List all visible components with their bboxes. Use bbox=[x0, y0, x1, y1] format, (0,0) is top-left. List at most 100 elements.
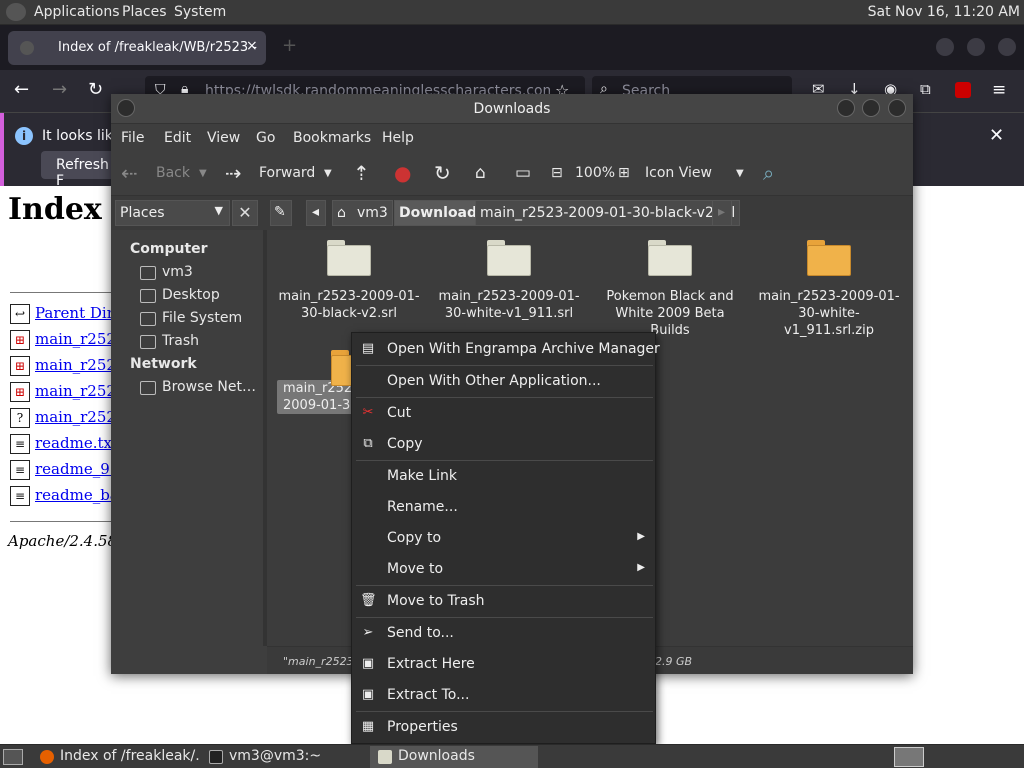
taskbar-item-terminal[interactable]: vm3@vm3:~ bbox=[201, 746, 369, 768]
browser-minimize-button[interactable] bbox=[936, 38, 954, 56]
menu-item-send-to[interactable]: ➢ Send to... bbox=[352, 618, 655, 648]
terminal-icon bbox=[209, 750, 223, 764]
menu-edit[interactable]: Edit bbox=[164, 130, 191, 146]
new-tab-icon[interactable]: + bbox=[282, 35, 297, 56]
workspace-switcher[interactable] bbox=[894, 747, 924, 767]
sidebar-heading-computer: Computer bbox=[130, 241, 208, 257]
sidebar-item-vm3[interactable]: vm3 bbox=[162, 264, 193, 280]
close-button[interactable] bbox=[888, 99, 906, 117]
menu-item-move-to-trash[interactable]: 🗑︎ Move to Trash bbox=[352, 586, 655, 616]
zoom-out-icon[interactable]: ⊟ bbox=[551, 165, 563, 181]
menu-item-open-with-engrampa[interactable]: ▤ Open With Engrampa Archive Manager bbox=[352, 334, 660, 364]
extensions-icon[interactable]: ⧉ bbox=[920, 80, 931, 98]
menu-go[interactable]: Go bbox=[256, 130, 275, 146]
computer-icon[interactable]: ▭ bbox=[515, 163, 531, 183]
view-mode-chevron-icon[interactable]: ▼ bbox=[736, 168, 744, 179]
home-icon: ⌂ bbox=[337, 205, 346, 221]
menu-file[interactable]: File bbox=[121, 130, 144, 146]
sidebar-item-browse-network[interactable]: Browse Net… bbox=[162, 379, 256, 395]
zoom-level: 100% bbox=[575, 165, 616, 181]
file-item[interactable]: main_r2523-2009-01-30-white-v1_911.srl.z… bbox=[757, 240, 901, 339]
reload-icon[interactable]: ↻ bbox=[88, 79, 103, 100]
menu-view[interactable]: View bbox=[207, 130, 240, 146]
menu-item-extract-to[interactable]: ▣ Extract To... bbox=[352, 680, 655, 710]
trash-icon bbox=[140, 335, 156, 349]
browser-maximize-button[interactable] bbox=[967, 38, 985, 56]
back-button[interactable]: Back bbox=[156, 165, 190, 181]
refresh-button[interactable]: Refresh F bbox=[41, 151, 121, 189]
back-icon[interactable]: ⇠ bbox=[121, 161, 138, 185]
file-item[interactable]: Pokemon Black and White 2009 Beta Builds bbox=[598, 240, 742, 339]
back-history-chevron-icon[interactable]: ▼ bbox=[199, 168, 207, 179]
menu-item-copy-to[interactable]: Copy to ▶ bbox=[352, 523, 655, 553]
notification-close-icon[interactable]: ✕ bbox=[989, 125, 1004, 146]
menu-help[interactable]: Help bbox=[382, 130, 414, 146]
places-menu[interactable]: Places bbox=[122, 4, 167, 20]
path-right-arrow-icon[interactable]: ▸ bbox=[712, 200, 732, 226]
reload-icon[interactable]: ↻ bbox=[434, 161, 451, 185]
desktop-icon bbox=[140, 289, 156, 303]
sidebar-item-desktop[interactable]: Desktop bbox=[162, 287, 220, 303]
sidebar-item-filesystem[interactable]: File System bbox=[162, 310, 242, 326]
menu-item-extract-here[interactable]: ▣ Extract Here bbox=[352, 649, 655, 679]
path-left-arrow-icon[interactable]: ◂ bbox=[306, 200, 326, 226]
forward-arrow-icon[interactable]: → bbox=[52, 79, 67, 100]
browser-tab[interactable]: Index of /freakleak/WB/r2523 - × bbox=[8, 31, 266, 65]
file-item[interactable]: main_r2523-2009-01-30-black-v2.srl bbox=[277, 240, 421, 322]
taskbar-item-label: Index of /freakleak/... bbox=[60, 748, 200, 764]
file-item[interactable]: main_r2523-2009-01-30-white-v1_911.srl bbox=[437, 240, 581, 322]
folder-icon bbox=[648, 240, 692, 276]
breadcrumb-vm3[interactable]: ⌂ vm3 bbox=[332, 200, 393, 226]
applications-menu[interactable]: Applications bbox=[34, 4, 120, 20]
forward-icon[interactable]: ⇢ bbox=[225, 161, 242, 185]
back-arrow-icon[interactable]: ← bbox=[14, 79, 29, 100]
up-arrow-icon[interactable]: ⇡ bbox=[353, 161, 370, 185]
stop-icon[interactable]: ● bbox=[394, 161, 411, 185]
breadcrumb-file[interactable]: main_r2523-2009-01-30-black-v2.srl bbox=[475, 200, 741, 226]
sidebar-close-icon[interactable]: ✕ bbox=[232, 200, 258, 226]
sidebar-item-trash[interactable]: Trash bbox=[162, 333, 199, 349]
binary-file-icon: ⊞ bbox=[10, 356, 30, 376]
menu-item-properties[interactable]: ▦ Properties bbox=[352, 712, 655, 742]
tab-favicon-icon bbox=[20, 41, 34, 55]
forward-history-chevron-icon[interactable]: ▼ bbox=[324, 168, 332, 179]
browser-close-button[interactable] bbox=[998, 38, 1016, 56]
ublock-icon[interactable] bbox=[955, 82, 971, 98]
panel-clock[interactable]: Sat Nov 16, 11:20 AM bbox=[868, 4, 1020, 20]
distro-logo-icon[interactable] bbox=[6, 3, 26, 21]
window-titlebar[interactable]: Downloads bbox=[111, 94, 913, 124]
taskbar-item-downloads[interactable]: Downloads bbox=[370, 746, 538, 768]
edit-path-icon[interactable]: ✎ bbox=[270, 200, 292, 226]
text-file-icon: ≡ bbox=[10, 486, 30, 506]
maximize-button[interactable] bbox=[862, 99, 880, 117]
home-folder-icon bbox=[140, 266, 156, 280]
minimize-button[interactable] bbox=[837, 99, 855, 117]
send-icon: ➢ bbox=[362, 625, 374, 640]
hamburger-menu-icon[interactable]: ≡ bbox=[992, 80, 1006, 100]
system-menu[interactable]: System bbox=[174, 4, 226, 20]
archive-manager-icon: ▤ bbox=[361, 341, 375, 356]
menu-item-make-link[interactable]: Make Link bbox=[352, 461, 655, 491]
sidebar-selector[interactable]: Places ▼ bbox=[115, 200, 230, 226]
folder-icon bbox=[487, 240, 531, 276]
menubar: File Edit View Go Bookmarks Help bbox=[111, 124, 913, 152]
menu-item-cut[interactable]: ✂ Cut bbox=[352, 398, 655, 428]
zoom-in-icon[interactable]: ⊞ bbox=[618, 165, 630, 181]
view-mode-select[interactable]: Icon View bbox=[645, 165, 712, 181]
tab-close-icon[interactable]: × bbox=[246, 38, 258, 54]
notification-accent bbox=[0, 113, 4, 187]
properties-icon: ▦ bbox=[361, 719, 375, 734]
show-desktop-icon[interactable] bbox=[3, 749, 23, 765]
menu-item-move-to[interactable]: Move to ▶ bbox=[352, 554, 655, 584]
home-icon[interactable]: ⌂ bbox=[475, 163, 486, 183]
menu-bookmarks[interactable]: Bookmarks bbox=[293, 130, 371, 146]
search-icon[interactable]: ⌕ bbox=[763, 161, 774, 185]
menu-item-copy[interactable]: ⧉ Copy bbox=[352, 429, 655, 459]
divider bbox=[10, 292, 120, 293]
text-file-icon: ≡ bbox=[10, 434, 30, 454]
breadcrumb-label: vm3 bbox=[357, 205, 388, 221]
forward-button[interactable]: Forward bbox=[259, 165, 315, 181]
menu-item-open-with-other[interactable]: Open With Other Application... bbox=[352, 366, 655, 396]
menu-item-rename[interactable]: Rename... bbox=[352, 492, 655, 522]
taskbar-item-firefox[interactable]: Index of /freakleak/... bbox=[32, 746, 200, 768]
